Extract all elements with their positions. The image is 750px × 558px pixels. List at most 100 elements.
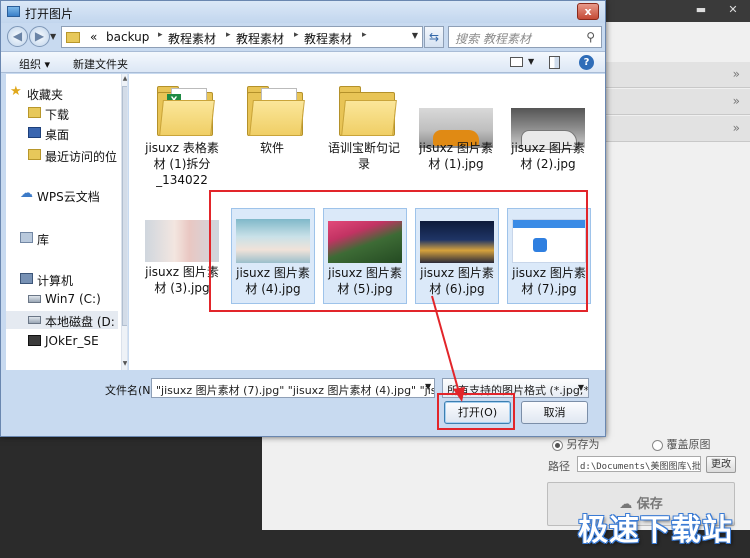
filename-dropdown-icon[interactable]: ▼ [425,382,431,391]
nav-label: 本地磁盘 (D: [45,315,115,329]
nav-favorites[interactable]: ★ 收藏夹 [10,84,118,102]
view-dropdown-icon[interactable]: ▼ [528,57,534,66]
breadcrumb-folder-1[interactable]: 教程素材 [168,30,216,47]
organize-menu[interactable]: 组织 ▾ [19,56,50,72]
chevron-down-icon: ▼ [577,383,584,392]
refresh-button[interactable]: ⇆ [424,26,444,48]
filename-input[interactable]: "jisuxz 图片素材 (7).jpg" "jisuxz 图片素材 (4).j… [151,378,435,398]
nav-label: 最近访问的位 [45,150,118,164]
drive-icon [28,316,41,324]
chevron-right-icon: » [732,94,740,108]
star-icon: ★ [10,84,22,99]
breadcrumb-chevron-icon[interactable]: ▸ [158,30,163,40]
drive-icon [28,295,41,303]
path-field[interactable]: d:\Documents\美图图库\批处 [577,456,701,472]
nav-label: 计算机 [37,274,74,288]
breadcrumb-chevron-icon[interactable]: ▸ [362,30,367,40]
file-name: jisuxz 图片素材 (1).jpg [419,141,493,171]
dialog-titlebar[interactable]: 打开图片 x [1,1,605,23]
image-thumbnail [145,220,219,262]
file-item[interactable]: jisuxz 图片素材 (2).jpg [507,78,591,174]
refresh-icon: ⇆ [428,30,440,44]
preview-pane-icon[interactable] [549,56,560,69]
nav-label: WPS云文档 [37,190,100,204]
change-path-button[interactable]: 更改 [706,456,736,473]
network-drive-icon [28,335,41,346]
folder-icon [66,32,80,43]
dialog-toolbar: 组织 ▾ 新建文件夹 ▼ ? [1,51,605,73]
folder-icon [235,82,309,136]
nav-joker-se[interactable]: JOkEr_SE [28,332,127,350]
bg-section-2[interactable]: » [602,89,750,115]
breadcrumb-backup[interactable]: backup [106,30,149,44]
nav-wps-cloud[interactable]: ☁ WPS云文档 [20,186,127,204]
view-mode-icon[interactable] [510,57,523,67]
chevron-right-icon: » [732,67,740,81]
breadcrumb-chevron-icon[interactable]: ▸ [294,30,299,40]
breadcrumb-chevron-icon[interactable]: ▸ [226,30,231,40]
chevron-right-icon: » [732,121,740,135]
close-button[interactable]: x [577,3,599,20]
close-icon[interactable]: ✕ [724,2,742,18]
nav-drive-c[interactable]: Win7 (C:) [28,290,127,308]
file-item[interactable]: X jisuxz 表格素材 (1)拆分_134022 [141,78,225,187]
scroll-down-icon[interactable]: ▼ [122,360,127,367]
breadcrumb-folder-3[interactable]: 教程素材 [304,30,352,47]
nav-drive-d[interactable]: 本地磁盘 (D: [6,311,118,329]
search-icon[interactable]: ⚲ [586,30,595,44]
cancel-button[interactable]: 取消 [521,401,588,424]
save-as-radio[interactable] [552,439,563,451]
file-name: jisuxz 图片素材 (2).jpg [511,141,585,171]
file-name: 语训宝断句记录 [327,141,400,171]
forward-arrow-icon: ▶ [34,29,45,43]
recent-places-icon [28,149,41,160]
back-button[interactable]: ◀ [7,26,28,47]
minimize-icon[interactable]: ▬ [692,2,710,18]
history-dropdown-icon[interactable]: ▼ [50,32,56,41]
save-options: 另存为 覆盖原图 路径 d:\Documents\美图图库\批处 更改 [542,432,750,478]
bg-section-1[interactable]: » [602,62,750,88]
nav-desktop[interactable]: 桌面 [28,124,127,142]
save-as-label: 另存为 [566,438,600,451]
nav-downloads[interactable]: 下载 [28,104,127,122]
help-icon[interactable]: ? [579,55,594,70]
folder-icon [327,82,401,136]
file-item[interactable]: 语训宝断句记录 [323,78,407,174]
nav-label: 收藏夹 [27,88,64,102]
dialog-title: 打开图片 [25,7,74,21]
overwrite-label: 覆盖原图 [666,438,711,451]
cloud-icon: ☁ [20,186,33,201]
nav-library[interactable]: 库 [20,229,127,247]
search-placeholder: 搜索 教程素材 [455,32,531,46]
nav-recent[interactable]: 最近访问的位 [28,146,127,164]
address-bar[interactable]: « backup ▸ 教程素材 ▸ 教程素材 ▸ 教程素材 ▸ ▼ [61,26,423,48]
file-item[interactable]: jisuxz 图片素材 (1).jpg [415,78,499,174]
breadcrumb-folder-2[interactable]: 教程素材 [236,30,284,47]
app-icon [7,6,20,17]
nav-label: JOkEr_SE [45,334,99,348]
nav-label: 下载 [45,108,70,122]
forward-button[interactable]: ▶ [29,26,50,47]
nav-label: Win7 (C:) [45,292,101,306]
desktop-icon [28,127,41,138]
scroll-thumb[interactable] [122,86,127,326]
search-input[interactable]: 搜索 教程素材 ⚲ [448,26,602,48]
file-name: 软件 [259,141,284,155]
bg-section-3[interactable]: » [602,116,750,142]
excel-folder-icon: X [145,82,219,136]
nav-label: 桌面 [45,128,70,142]
library-icon [20,232,33,243]
file-item[interactable]: 软件 [231,78,315,174]
scroll-up-icon[interactable]: ▲ [122,75,127,82]
new-folder-button[interactable]: 新建文件夹 [73,56,128,72]
download-folder-icon [28,107,41,118]
file-name: jisuxz 表格素材 (1)拆分_134022 [145,141,219,187]
selection-highlight-box [209,190,588,312]
breadcrumb-overflow[interactable]: « [90,30,97,44]
nav-scrollbar[interactable]: ▲ ▼ [121,74,127,370]
navigation-pane: ★ 收藏夹 下载 桌面 最近访问的位 ☁ WPS云文档 库 计算机 Win7 (C:… [6,74,128,370]
open-button-highlight-box [437,393,515,430]
nav-computer[interactable]: 计算机 [20,270,127,288]
address-dropdown-icon[interactable]: ▼ [412,31,418,40]
overwrite-radio[interactable] [652,439,663,451]
